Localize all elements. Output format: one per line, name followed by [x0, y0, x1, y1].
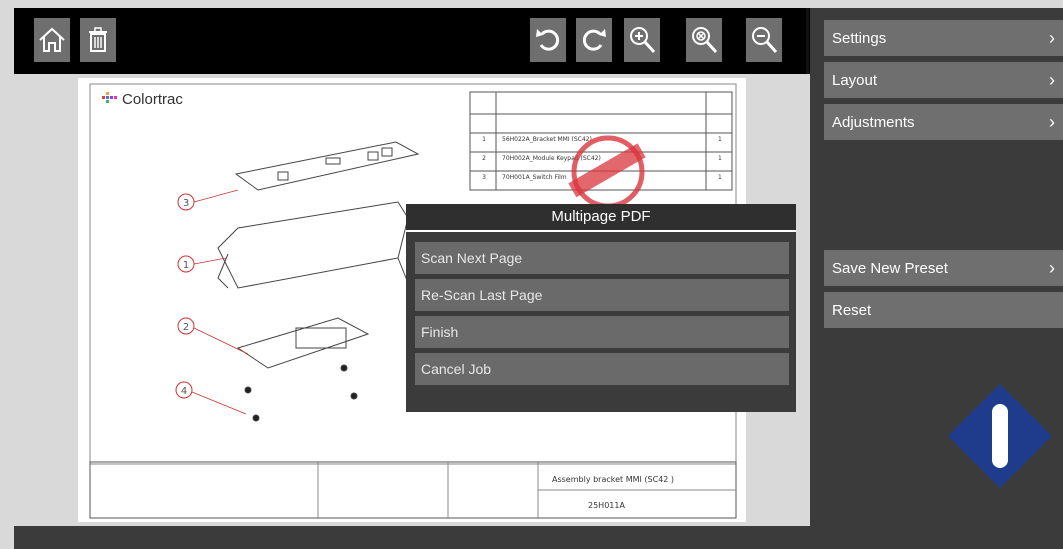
red-stamp	[568, 135, 646, 209]
callout-1: 1	[177, 255, 227, 273]
zoom-reset-icon	[692, 27, 718, 54]
rotate-left-button[interactable]	[530, 18, 566, 62]
finish-button[interactable]: Finish	[415, 316, 789, 348]
toolbar-divider	[806, 8, 809, 74]
chevron-right-icon: ›	[1049, 69, 1055, 90]
brand-name: Colortrac	[122, 91, 183, 108]
rescan-last-page-button[interactable]: Re-Scan Last Page	[415, 279, 789, 311]
delete-button[interactable]	[80, 18, 116, 62]
zoom-out-icon	[752, 27, 778, 54]
sidebar-item-save-new-preset[interactable]: Save New Preset ›	[824, 250, 1063, 286]
title-block: Assembly bracket MMI (SC42 ) 25H011A	[89, 461, 737, 519]
scan-next-page-button[interactable]: Scan Next Page	[415, 242, 789, 274]
chevron-right-icon: ›	[1049, 257, 1055, 278]
svg-text:1: 1	[718, 174, 722, 181]
callout-3: 3	[177, 189, 239, 211]
zoom-in-icon	[630, 27, 656, 54]
svg-text:3: 3	[482, 174, 486, 181]
callout-4: 4	[175, 381, 247, 415]
colortrac-logo-mark	[102, 92, 117, 103]
chevron-right-icon: ›	[1049, 27, 1055, 48]
dialog-title: Multipage PDF	[406, 204, 796, 232]
callout-2: 2	[177, 317, 249, 355]
svg-text:1: 1	[718, 136, 722, 143]
zoom-in-button[interactable]	[624, 18, 660, 62]
sidebar-item-settings[interactable]: Settings ›	[824, 20, 1063, 56]
svg-text:1: 1	[482, 136, 486, 143]
svg-text:56H022A_Bracket MMI (SC42): 56H022A_Bracket MMI (SC42)	[502, 136, 592, 143]
zoom-reset-button[interactable]	[686, 18, 722, 62]
cancel-job-button[interactable]: Cancel Job	[415, 353, 789, 385]
trash-icon	[89, 27, 107, 52]
sidebar-item-layout[interactable]: Layout ›	[824, 62, 1063, 98]
home-icon	[39, 27, 65, 52]
sidebar-item-label: Adjustments	[832, 113, 915, 131]
svg-text:70H001A_Switch Film: 70H001A_Switch Film	[502, 174, 567, 181]
scanner-status-logo	[948, 384, 1052, 488]
sidebar-item-label: Reset	[832, 301, 872, 319]
rotate-right-button[interactable]	[576, 18, 612, 62]
svg-text:70H002A_Module Keypad (SC42): 70H002A_Module Keypad (SC42)	[502, 155, 601, 162]
svg-text:3: 3	[183, 198, 189, 209]
svg-text:4: 4	[181, 386, 187, 397]
sidebar-item-reset[interactable]: Reset	[824, 292, 1063, 328]
svg-text:1: 1	[183, 260, 189, 271]
sidebar-item-label: Layout	[832, 71, 878, 89]
sidebar-item-adjustments[interactable]: Adjustments ›	[824, 104, 1063, 140]
home-button[interactable]	[34, 18, 70, 62]
svg-text:1: 1	[718, 155, 722, 162]
exploded-view	[217, 141, 420, 422]
chevron-right-icon: ›	[1049, 111, 1055, 132]
svg-text:Assembly bracket MMI (SC42 ): Assembly bracket MMI (SC42 )	[552, 475, 674, 484]
svg-text:2: 2	[183, 322, 189, 333]
svg-text:25H011A: 25H011A	[588, 501, 625, 510]
sidebar-item-label: Settings	[832, 29, 887, 47]
toolbar	[14, 8, 810, 74]
svg-text:2: 2	[482, 155, 486, 162]
zoom-out-button[interactable]	[746, 18, 782, 62]
sidebar-item-label: Save New Preset	[832, 259, 948, 277]
rotate-right-icon	[582, 29, 606, 51]
rotate-left-icon	[536, 29, 560, 51]
multipage-pdf-dialog: Multipage PDF Scan Next Page Re-Scan Las…	[406, 204, 796, 412]
